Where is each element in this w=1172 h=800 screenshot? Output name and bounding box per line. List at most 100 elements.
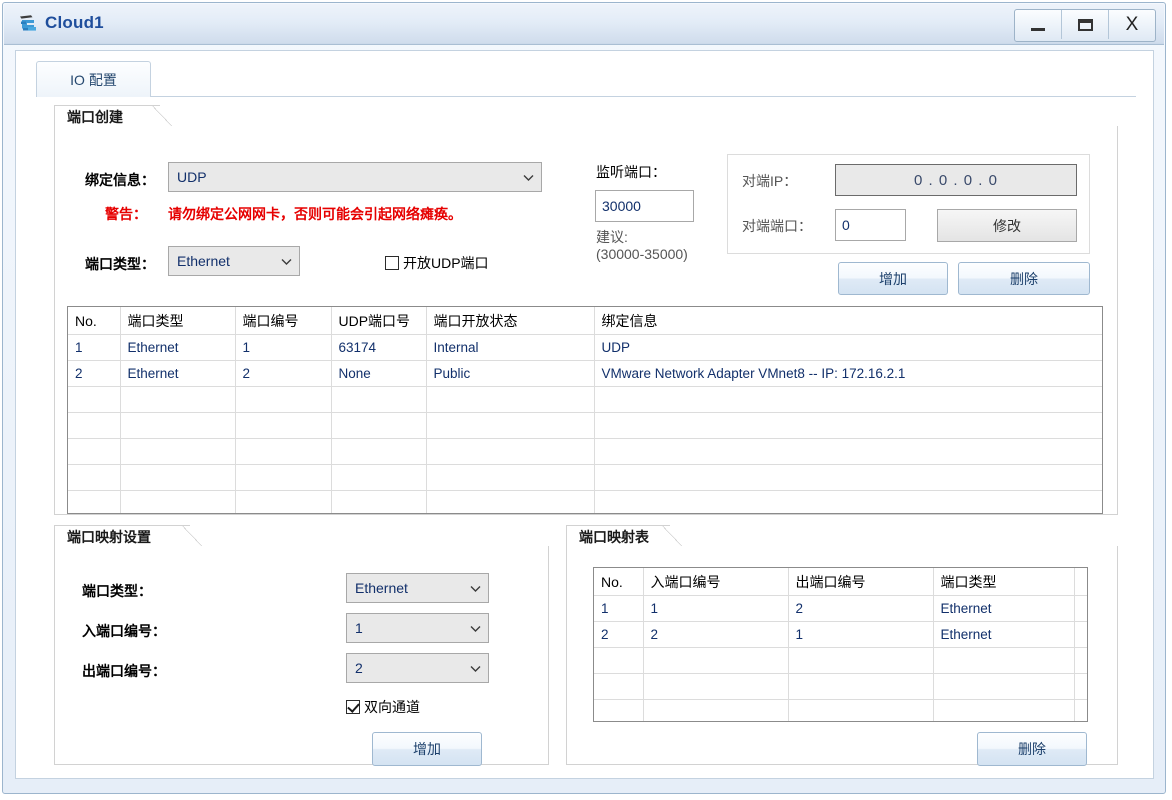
cell [643,647,789,674]
cell [594,412,1102,439]
minimize-button[interactable] [1015,10,1062,39]
mapping-port-type-value: Ethernet [355,580,408,596]
warning-label: 警告： [105,206,147,222]
close-button[interactable]: X [1109,10,1155,39]
table-row-empty[interactable] [68,490,1102,513]
cell [120,438,236,465]
group-port-create-legend-text: 端口创建 [67,108,123,125]
mapping-table-col-1: 入端口编号 [643,568,789,596]
modify-button[interactable]: 修改 [937,209,1077,242]
table-row[interactable]: 1 1 2 Ethernet [594,595,1087,622]
group-mapping-settings-body: 端口类型： Ethernet 入端口编号： 1 出端口编号： 2 双向通道 增加 [54,546,549,766]
cell [331,464,427,491]
open-udp-checkbox[interactable]: 开放UDP端口 [385,253,489,273]
in-port-label: 入端口编号： [82,623,166,639]
port-table[interactable]: No. 端口类型 端口编号 UDP端口号 端口开放状态 绑定信息 1 Ether… [67,306,1103,514]
peer-port-value: 0 [842,217,850,233]
cell [426,438,595,465]
cell [235,464,332,491]
application-window: Cloud1 X IO 配置 端口创建 绑定信息： UDP 警告： 请勿绑定公网… [2,2,1166,794]
mapping-delete-button-label: 删除 [1018,741,1046,757]
suggest-label: 建议: [596,229,628,245]
table-row-empty[interactable] [68,386,1102,413]
cell [1074,673,1087,700]
port-table-col-2: 端口编号 [235,307,332,335]
cell [426,490,595,513]
table-row-empty[interactable] [68,438,1102,465]
cell [426,412,595,439]
minimize-icon [1031,28,1045,31]
mapping-add-button-label: 增加 [413,741,441,757]
tab-io-config[interactable]: IO 配置 [36,61,151,97]
mapping-table-header-row: No. 入端口编号 出端口编号 端口类型 [594,568,1087,596]
mapping-port-type-select[interactable]: Ethernet [346,573,489,603]
mapping-port-type-label: 端口类型： [82,583,152,599]
cell [120,464,236,491]
table-row-empty[interactable] [68,464,1102,491]
table-row[interactable]: 2 2 1 Ethernet [594,621,1087,648]
table-row-empty[interactable] [594,699,1087,721]
table-row-empty[interactable] [594,647,1087,674]
port-table-col-0: No. [68,307,121,335]
cell: Public [426,360,595,387]
listen-port-label: 监听端口： [596,164,666,180]
cell [933,699,1075,721]
peer-ip-value: 0 . 0 . 0 . 0 [914,171,998,189]
table-row[interactable]: 2 Ethernet 2 None Public VMware Network … [68,360,1102,387]
add-port-button[interactable]: 增加 [838,262,948,295]
group-port-create-body: 绑定信息： UDP 警告： 请勿绑定公网网卡，否则可能会引起网络瘫痪。 端口类型… [54,126,1118,515]
cell [1074,621,1087,648]
maximize-button[interactable] [1062,10,1109,39]
cell: 2 [788,595,934,622]
cell: Ethernet [933,595,1075,622]
cell: 2 [594,621,644,648]
cell [68,490,121,513]
group-mapping-settings-legend-text: 端口映射设置 [67,528,151,545]
group-mapping-table-body: No. 入端口编号 出端口编号 端口类型 1 1 2 Ethernet 2 2 … [566,546,1118,766]
listen-port-input[interactable]: 30000 [595,190,694,222]
cell [643,673,789,700]
port-table-col-4: 端口开放状态 [426,307,595,335]
cell [68,386,121,413]
bidirectional-checkbox[interactable]: 双向通道 [346,697,420,717]
cell: Ethernet [120,334,236,361]
port-type-select[interactable]: Ethernet [168,246,300,276]
peer-ip-input[interactable]: 0 . 0 . 0 . 0 [835,164,1077,196]
title-bar[interactable]: Cloud1 X [4,4,1164,45]
cell: Ethernet [933,621,1075,648]
table-row[interactable]: 1 Ethernet 1 63174 Internal UDP [68,334,1102,361]
bind-info-select[interactable]: UDP [168,162,542,192]
in-port-select[interactable]: 1 [346,613,489,643]
port-table-col-5: 绑定信息 [594,307,1102,335]
checkbox-box [385,256,399,270]
table-row-empty[interactable] [68,412,1102,439]
cell [594,647,644,674]
cell [426,464,595,491]
chevron-down-icon [281,258,292,267]
delete-port-button[interactable]: 删除 [958,262,1090,295]
cell [331,386,427,413]
cell: 63174 [331,334,427,361]
out-port-select[interactable]: 2 [346,653,489,683]
open-udp-label: 开放UDP端口 [403,255,489,271]
group-port-create: 端口创建 绑定信息： UDP 警告： 请勿绑定公网网卡，否则可能会引起网络瘫痪。 [54,105,1118,515]
cell: 1 [643,595,789,622]
peer-port-input[interactable]: 0 [835,209,906,241]
cell: UDP [594,334,1102,361]
cell: 2 [68,360,121,387]
table-row-empty[interactable] [594,673,1087,700]
group-port-create-legend: 端口创建 [54,105,174,128]
cell [643,699,789,721]
mapping-table[interactable]: No. 入端口编号 出端口编号 端口类型 1 1 2 Ethernet 2 2 … [593,567,1088,722]
cell [235,490,332,513]
peer-port-label: 对端端口： [742,218,812,234]
bidirectional-label: 双向通道 [364,699,420,715]
mapping-add-button[interactable]: 增加 [372,732,482,766]
bind-info-label: 绑定信息： [85,172,155,188]
mapping-delete-button[interactable]: 删除 [977,732,1087,766]
cell [933,647,1075,674]
chevron-down-icon [523,174,534,183]
cell [594,673,644,700]
group-mapping-table: 端口映射表 No. 入端口编号 出端口编号 端口类型 1 1 2 Etherne… [566,525,1118,766]
delete-port-button-label: 删除 [1010,270,1038,287]
